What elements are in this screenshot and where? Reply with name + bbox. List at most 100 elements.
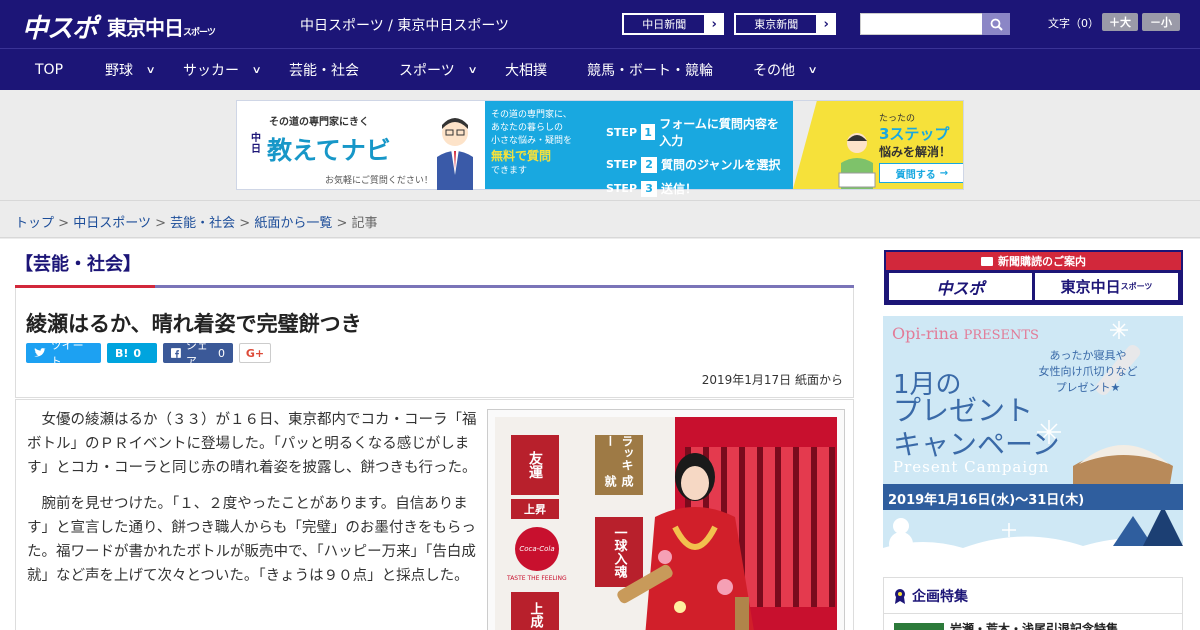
hatena-bookmark-icon: B!	[115, 346, 129, 360]
chunichi-shimbun-link[interactable]: 中日新聞 ›	[622, 13, 724, 35]
advisor-illustration	[437, 118, 473, 190]
google-plus-button[interactable]: G+	[239, 343, 271, 363]
nav-item-label: 芸能・社会	[289, 63, 359, 79]
google-plus-icon: G+	[245, 346, 265, 360]
nav-item-entertainment[interactable]: 芸能・社会	[289, 49, 359, 91]
ad-brand: 教えてナビ	[267, 136, 391, 165]
twitter-icon	[34, 348, 46, 357]
font-larger-button[interactable]: ＋大	[1102, 13, 1138, 31]
article-photo[interactable]: 友運 上昇 ラッキー 成就 一球 入魂 上成 Coca-Cola TASTE THE…	[487, 409, 845, 630]
promo-campaign-line: プレゼント	[893, 394, 1034, 427]
ad-step-label: STEP	[606, 125, 638, 139]
breadcrumb-print-list[interactable]: 紙面から一覧	[254, 216, 332, 231]
photo-logo-sub: TASTE THE FEELING	[507, 575, 567, 582]
ad-right-line2: 悩みを解消！	[879, 145, 952, 159]
article-paragraph: 女優の綾瀬はるか（３３）が１６日、東京都内でコカ・コーラ「福ボトル」のＰＲイベン…	[27, 412, 477, 476]
font-smaller-button[interactable]: －小	[1142, 13, 1180, 31]
ribbon-icon	[895, 588, 905, 604]
breadcrumb-current: 記事	[351, 216, 378, 231]
ad-mid-line: できます	[491, 166, 528, 176]
present-campaign-ad[interactable]: Opi-rina PRESENTS あったか寝具や 女性向け爪切りなど プレゼン…	[883, 316, 1183, 566]
promo-english: Present Campaign	[893, 458, 1050, 476]
nav-item-sumo[interactable]: 大相撲	[505, 49, 547, 91]
top-header: 中スポ 東京中日スポーツ 中日スポーツ / 東京中日スポーツ 中日新聞 › 東京…	[0, 0, 1200, 48]
article-date: 2019年1月17日 紙面から	[701, 373, 843, 387]
article-photo-image: 友運 上昇 ラッキー 成就 一球 入魂 上成 Coca-Cola TASTE THE…	[495, 417, 837, 630]
breadcrumb-chunichi-sports[interactable]: 中日スポーツ	[73, 216, 151, 231]
nav-item-baseball[interactable]: 野球 ∨	[105, 49, 156, 91]
nav-item-top[interactable]: TOP	[35, 49, 63, 91]
promo-dates: 2019年1月16日(水)～31日(木)	[883, 484, 1183, 510]
chunichi-shimbun-label: 中日新聞	[623, 14, 706, 34]
ad-step-row: STEP 2 質問のジャンルを選択	[606, 156, 787, 173]
chevron-down-icon: ∨	[145, 64, 156, 76]
subscription-header: 新聞購読のご案内	[886, 252, 1181, 270]
ad-step-text: 送信！	[661, 182, 698, 196]
hatena-bookmark-button[interactable]: B! 0	[107, 343, 157, 363]
subscribe-tokyo-chunichi-logo[interactable]: 東京中日 スポーツ	[1035, 273, 1178, 300]
nav-item-soccer[interactable]: サッカー ∨	[183, 49, 262, 91]
breadcrumb-separator: >	[239, 216, 251, 231]
coca-cola-logo-icon: Coca-Cola	[515, 527, 559, 571]
ad-left-panel: その道の専門家にきく 中日 教えてナビ お気軽にご質問ください！	[237, 101, 485, 190]
site-logo[interactable]: 中スポ 東京中日スポーツ	[22, 8, 216, 45]
logo-tokyo-chunichi[interactable]: 東京中日スポーツ	[107, 12, 216, 41]
promo-brand-suffix: PRESENTS	[963, 328, 1039, 343]
nav-item-label: 野球	[105, 63, 133, 79]
subscribe-tokyo-chunichi-small: スポーツ	[1120, 282, 1153, 291]
facebook-share-count: 0	[218, 346, 225, 360]
photo-sign-tile: 上成	[511, 592, 559, 630]
logo-tokyo-small: スポーツ	[183, 28, 216, 38]
category-heading: 【芸能・社会】	[15, 254, 141, 275]
ad-question-label: 質問する	[895, 169, 936, 181]
promo-copy-line: 女性向け爪切りなど	[1038, 365, 1138, 378]
ad-question-button[interactable]: 質問する →	[879, 163, 963, 183]
subscribe-chuspo-logo[interactable]: 中スポ	[889, 273, 1032, 300]
nav-item-label: その他	[753, 63, 795, 79]
facebook-icon	[171, 348, 181, 358]
photo-sign-text: 友運	[527, 451, 543, 479]
photo-sign-text: 上昇	[524, 503, 546, 516]
subscription-banner[interactable]: 新聞購読のご案内 中スポ 東京中日 スポーツ	[884, 250, 1183, 305]
feature-thumbnail	[894, 622, 944, 630]
nav-item-label: スポーツ	[399, 63, 455, 79]
search-button[interactable]	[982, 13, 1010, 35]
breadcrumb-separator: >	[155, 216, 166, 231]
ad-person-laptop-icon	[838, 133, 876, 189]
promo-campaign-line: キャンペーン	[893, 428, 1060, 461]
breadcrumb: トップ > 中日スポーツ > 芸能・社会 > 紙面から一覧 > 記事	[15, 212, 378, 231]
logo-chuspo[interactable]: 中スポ	[22, 8, 98, 45]
ad-step-text: フォームに質問内容を入力	[659, 117, 779, 148]
article-text: 女優の綾瀬はるか（３３）が１６日、東京都内でコカ・コーラ「福ボトル」のＰＲイベン…	[27, 408, 477, 600]
ad-step-number: 1	[641, 124, 656, 140]
breadcrumb-top[interactable]: トップ	[15, 216, 54, 231]
ad-banner-oshiete-navi[interactable]: その道の専門家にきく 中日 教えてナビ お気軽にご質問ください！ その道の専門家…	[236, 100, 964, 197]
tokyo-shimbun-label: 東京新聞	[735, 14, 818, 34]
chevron-down-icon: ∨	[807, 64, 818, 76]
photo-actress-figure	[617, 453, 754, 630]
breadcrumb-entertainment[interactable]: 芸能・社会	[170, 216, 235, 231]
tokyo-shimbun-link[interactable]: 東京新聞 ›	[734, 13, 836, 35]
nav-item-other[interactable]: その他 ∨	[753, 49, 818, 91]
nav-item-label: 競馬・ボート・競輪	[587, 63, 713, 79]
logo-tokyo-text: 東京中日	[107, 16, 184, 40]
nav-item-racing[interactable]: 競馬・ボート・競輪	[587, 49, 713, 91]
chevron-right-icon: ›	[711, 16, 717, 32]
promo-brand-name: Opi-rina	[892, 324, 959, 343]
chevron-down-icon: ∨	[251, 64, 262, 76]
tweet-label: ツイート	[50, 339, 84, 368]
ad-right-panel: たったの 3ステップ で 悩みを解消！ 質問する →	[793, 101, 963, 189]
nav-item-sports[interactable]: スポーツ ∨	[399, 49, 478, 91]
photo-logo-text: Coca-Cola	[519, 545, 555, 553]
breadcrumb-bar: トップ > 中日スポーツ > 芸能・社会 > 紙面から一覧 > 記事	[0, 200, 1200, 238]
tweet-button[interactable]: ツイート	[26, 339, 101, 368]
subscribe-tokyo-chunichi-text: 東京中日	[1060, 278, 1121, 296]
feature-title: 企画特集	[912, 588, 968, 605]
ad-step-row: STEP 3 送信！	[606, 180, 787, 197]
nav-item-label: サッカー	[183, 63, 239, 79]
feature-section: 企画特集 岩瀬・荒木・浅尾引退記念特集	[883, 577, 1183, 630]
facebook-share-button[interactable]: シェア 0	[163, 339, 233, 368]
feature-item[interactable]: 岩瀬・荒木・浅尾引退記念特集	[884, 614, 1182, 630]
feature-header: 企画特集	[884, 578, 1182, 614]
promo-copy: あったか寝具や 女性向け爪切りなど プレゼント★	[1028, 348, 1148, 396]
